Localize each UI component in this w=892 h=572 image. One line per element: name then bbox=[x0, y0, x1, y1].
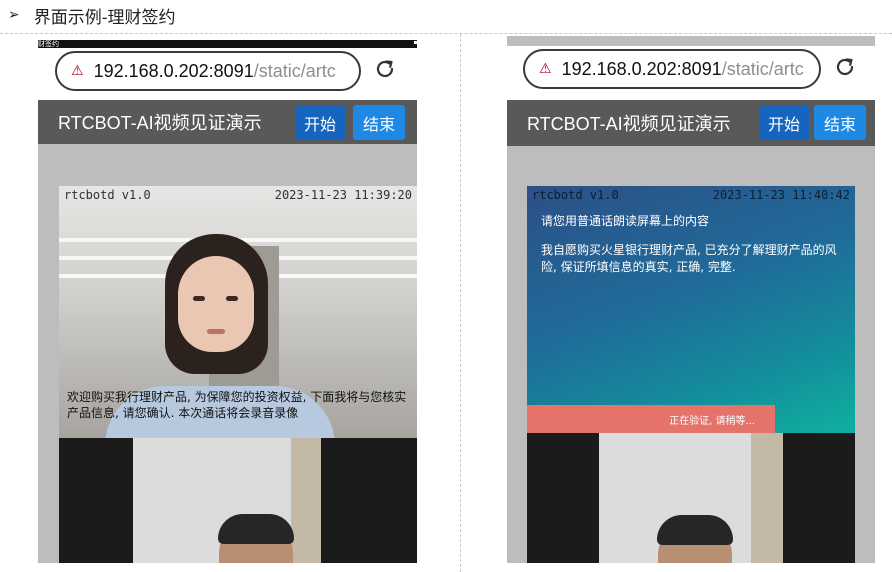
video-timestamp: 2023-11-23 11:39:20 bbox=[274, 188, 412, 202]
app-header: RTCBOT-AI视频见证演示 开始 结束 bbox=[507, 100, 875, 146]
verifying-status-bar: 正在验证, 请稍等... bbox=[527, 405, 775, 433]
end-button[interactable]: 结束 bbox=[353, 105, 405, 140]
video-brand: rtcbotd v1.0 bbox=[64, 188, 151, 202]
left-phone-screenshot: 财签约 ⚠ 192.168.0.202:8091 /static/artc RT… bbox=[38, 40, 417, 563]
app-title: RTCBOT-AI视频见证演示 bbox=[527, 114, 731, 134]
doc-heading: ➢ 界面示例-理财签约 bbox=[8, 2, 175, 28]
video-overlay-header: rtcbotd v1.0 2023-11-23 11:39:20 bbox=[59, 188, 417, 202]
url-path: /static/artc bbox=[721, 58, 804, 79]
agent-caption: 欢迎购买我行理财产品, 为保障您的投资权益, 下面我将与您核实产品信息, 请您确… bbox=[67, 390, 407, 420]
read-aloud-panel: rtcbotd v1.0 2023-11-23 11:40:42 请您用普通话朗… bbox=[527, 186, 855, 433]
customer-hair bbox=[657, 515, 733, 545]
app-header: RTCBOT-AI视频见证演示 开始 结束 bbox=[38, 100, 417, 144]
customer-camera bbox=[59, 438, 417, 563]
url-path: /static/artc bbox=[253, 60, 336, 81]
reload-icon[interactable] bbox=[373, 57, 397, 81]
video-timestamp: 2023-11-23 11:40:42 bbox=[712, 188, 850, 202]
status-dot bbox=[414, 41, 417, 44]
column-divider bbox=[460, 34, 461, 572]
video-overlay-header: rtcbotd v1.0 2023-11-23 11:40:42 bbox=[527, 188, 855, 202]
agent-lips bbox=[207, 329, 225, 334]
right-phone-screenshot: ⚠ 192.168.0.202:8091 /static/artc RTCBOT… bbox=[507, 36, 875, 563]
address-bar[interactable]: ⚠ 192.168.0.202:8091 /static/artc bbox=[523, 49, 821, 89]
door-background bbox=[291, 438, 321, 563]
app-title: RTCBOT-AI视频见证演示 bbox=[58, 113, 262, 133]
browser-address-area: ⚠ 192.168.0.202:8091 /static/artc bbox=[38, 48, 417, 102]
address-bar[interactable]: ⚠ 192.168.0.202:8091 /static/artc bbox=[55, 51, 361, 91]
bullet-arrow-icon: ➢ bbox=[8, 7, 20, 23]
url-host: 192.168.0.202:8091 bbox=[93, 60, 254, 81]
read-aloud-prompt: 请您用普通话朗读屏幕上的内容 bbox=[541, 214, 710, 228]
doc-heading-text: 界面示例-理财签约 bbox=[33, 7, 176, 28]
start-button[interactable]: 开始 bbox=[759, 105, 809, 140]
reload-icon[interactable] bbox=[833, 55, 857, 79]
browser-address-area: ⚠ 192.168.0.202:8091 /static/artc bbox=[507, 46, 875, 100]
video-brand: rtcbotd v1.0 bbox=[532, 188, 619, 202]
url-host: 192.168.0.202:8091 bbox=[561, 58, 722, 79]
agent-eye bbox=[193, 296, 205, 301]
agent-face bbox=[178, 256, 254, 352]
customer-hair bbox=[218, 514, 294, 544]
consent-statement: 我自愿购买火星银行理财产品, 已充分了解理财产品的风险, 保证所填信息的真实, … bbox=[541, 243, 837, 274]
warning-triangle-icon: ⚠ bbox=[539, 61, 552, 77]
warning-triangle-icon: ⚠ bbox=[71, 63, 84, 79]
top-divider bbox=[0, 33, 892, 34]
customer-camera bbox=[527, 433, 855, 563]
end-button[interactable]: 结束 bbox=[814, 105, 866, 140]
verifying-status-text: 正在验证, 请稍等... bbox=[669, 415, 755, 427]
start-button[interactable]: 开始 bbox=[295, 105, 345, 140]
status-strip: 财签约 bbox=[38, 40, 417, 48]
ai-agent-video: rtcbotd v1.0 2023-11-23 11:39:20 欢迎购买我行理… bbox=[59, 186, 417, 438]
door-background bbox=[751, 433, 783, 563]
agent-eye bbox=[226, 296, 238, 301]
